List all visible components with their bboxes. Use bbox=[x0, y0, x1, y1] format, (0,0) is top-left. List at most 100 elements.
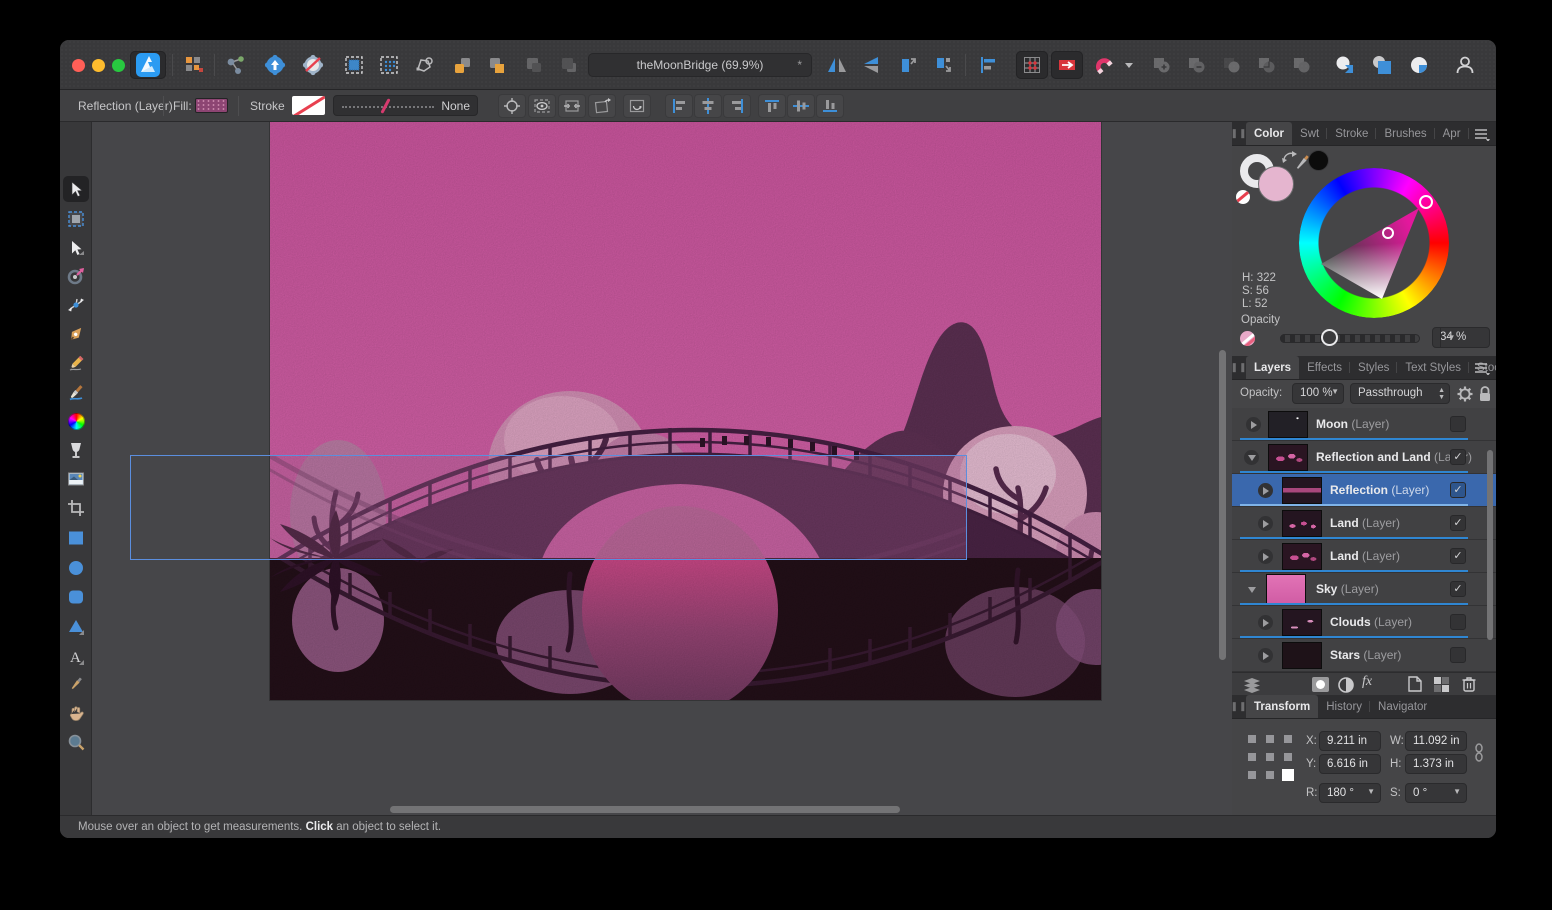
stroke-width-slider[interactable]: None bbox=[333, 95, 478, 116]
zoom-tool[interactable] bbox=[63, 729, 89, 755]
layer-row-reflection-and-land[interactable]: Reflection and Land (Layer) ✓ bbox=[1232, 441, 1496, 474]
color-picker-tool[interactable] bbox=[63, 671, 89, 697]
lock-icon[interactable] bbox=[1478, 385, 1492, 402]
layer-visibility-checkbox[interactable]: ✓ bbox=[1450, 449, 1466, 465]
align-top-icon[interactable] bbox=[758, 94, 786, 118]
bool-add-icon[interactable] bbox=[1146, 51, 1178, 79]
tab-navigator[interactable]: Navigator bbox=[1370, 695, 1435, 718]
insert-ontop-icon[interactable] bbox=[1402, 51, 1436, 79]
h-input[interactable]: 1.373 in bbox=[1405, 754, 1467, 774]
stack-orange-down-icon[interactable] bbox=[481, 51, 513, 79]
layer-thumbnail[interactable] bbox=[1282, 477, 1322, 504]
bool-combine-icon[interactable] bbox=[1286, 51, 1318, 79]
fx-icon[interactable]: fx bbox=[1362, 674, 1372, 690]
layer-thumbnail[interactable] bbox=[1268, 444, 1308, 471]
collapse-arrow-icon[interactable] bbox=[1244, 582, 1259, 597]
fill-color-circle[interactable] bbox=[1258, 166, 1294, 202]
view-tool[interactable] bbox=[63, 700, 89, 726]
marquee-dense-icon[interactable] bbox=[338, 51, 370, 79]
color-triangle[interactable] bbox=[1299, 168, 1449, 318]
align-right-icon[interactable] bbox=[723, 94, 751, 118]
x-input[interactable]: 9.211 in bbox=[1319, 731, 1381, 751]
layer-thumbnail[interactable] bbox=[1282, 642, 1322, 669]
contour-tool[interactable] bbox=[63, 292, 89, 318]
insert-inside-icon[interactable] bbox=[1328, 51, 1362, 79]
trash-icon[interactable] bbox=[1462, 676, 1476, 692]
flip-horizontal-icon[interactable] bbox=[821, 51, 853, 79]
blend-mode-dropdown[interactable]: Passthrough ▲▼ bbox=[1350, 383, 1450, 404]
layer-thumbnail[interactable] bbox=[1282, 543, 1322, 570]
expand-arrow-icon[interactable] bbox=[1258, 549, 1273, 564]
mask-icon[interactable] bbox=[1312, 677, 1329, 692]
layer-visibility-checkbox[interactable] bbox=[1450, 647, 1466, 663]
layer-visibility-checkbox[interactable]: ✓ bbox=[1450, 515, 1466, 531]
arrange-forward-icon[interactable] bbox=[892, 51, 924, 79]
share-nodes-icon[interactable] bbox=[220, 51, 252, 79]
layer-thumbnail[interactable] bbox=[1282, 510, 1322, 537]
layer-thumbnail[interactable] bbox=[1268, 411, 1308, 438]
align-left-icon[interactable] bbox=[665, 94, 693, 118]
vector-crop-tool[interactable] bbox=[63, 495, 89, 521]
rotation-dropdown[interactable]: 180 °▼ bbox=[1319, 783, 1381, 803]
link-dimensions-icon[interactable] bbox=[1475, 743, 1483, 763]
document-title[interactable]: theMoonBridge (69.9%) * bbox=[588, 53, 812, 77]
opacity-value-dropdown[interactable]: 34 % ▼ bbox=[1432, 327, 1490, 348]
stack-orange-up-icon[interactable] bbox=[446, 51, 478, 79]
align-icon[interactable] bbox=[972, 51, 1004, 79]
stroke-swatch[interactable] bbox=[292, 96, 325, 115]
cycle-selection-box-icon[interactable] bbox=[623, 94, 651, 118]
snapping-magnet-icon[interactable] bbox=[1086, 51, 1120, 79]
triangle-tool[interactable] bbox=[63, 614, 89, 640]
flip-vertical-icon[interactable] bbox=[856, 51, 888, 79]
opacity-slider-thumb[interactable] bbox=[1321, 329, 1338, 346]
ellipse-tool[interactable] bbox=[63, 555, 89, 581]
layer-thumbnail[interactable] bbox=[1266, 574, 1306, 605]
tab-styles[interactable]: Styles bbox=[1350, 356, 1397, 379]
layer-visibility-checkbox[interactable]: ✓ bbox=[1450, 482, 1466, 498]
arrange-backward-icon[interactable] bbox=[927, 51, 959, 79]
panel-menu-icon[interactable] bbox=[1474, 127, 1490, 141]
insert-behind-icon[interactable] bbox=[1365, 51, 1399, 79]
snapping-caret-icon[interactable] bbox=[1122, 51, 1136, 79]
new-layer-icon[interactable] bbox=[1408, 676, 1422, 692]
text-tool[interactable]: A bbox=[63, 644, 89, 670]
node-tool[interactable] bbox=[63, 235, 89, 261]
chevron-down-icon[interactable]: ▼ bbox=[1440, 328, 1462, 347]
expand-arrow-icon[interactable] bbox=[1246, 417, 1261, 432]
layer-visibility-checkbox[interactable] bbox=[1450, 614, 1466, 630]
rotate-box-icon[interactable] bbox=[588, 94, 616, 118]
vector-brush-tool[interactable] bbox=[63, 379, 89, 405]
bool-subtract-icon[interactable] bbox=[1181, 51, 1213, 79]
document-canvas[interactable] bbox=[270, 122, 1101, 700]
minimize-button[interactable] bbox=[92, 59, 105, 72]
panel-grip-icon[interactable]: ❚❚ bbox=[1232, 356, 1246, 379]
adjustment-icon[interactable] bbox=[1338, 677, 1354, 693]
expand-arrow-icon[interactable] bbox=[1258, 516, 1273, 531]
tab-effects[interactable]: Effects bbox=[1299, 356, 1350, 379]
hue-marker[interactable] bbox=[1420, 196, 1432, 208]
tab-text-styles[interactable]: Text Styles bbox=[1397, 356, 1469, 379]
layer-row-reflection[interactable]: Reflection (Layer) ✓ bbox=[1232, 474, 1496, 507]
show-selection-box-icon[interactable] bbox=[528, 94, 556, 118]
place-image-tool[interactable] bbox=[63, 466, 89, 492]
shear-dropdown[interactable]: 0 °▼ bbox=[1405, 783, 1467, 803]
anchor-bottom-right[interactable] bbox=[1282, 769, 1294, 781]
layer-row-moon[interactable]: Moon (Layer) bbox=[1232, 408, 1496, 441]
rounded-rectangle-tool[interactable] bbox=[63, 584, 89, 610]
transform-origin-icon[interactable] bbox=[498, 94, 526, 118]
layer-visibility-checkbox[interactable]: ✓ bbox=[1450, 581, 1466, 597]
layer-thumbnail[interactable] bbox=[1282, 609, 1322, 636]
layer-visibility-checkbox[interactable] bbox=[1450, 416, 1466, 432]
bool-divide-icon[interactable] bbox=[1251, 51, 1283, 79]
marquee-sparse-icon[interactable] bbox=[373, 51, 405, 79]
close-button[interactable] bbox=[72, 59, 85, 72]
pencil-tool[interactable] bbox=[63, 350, 89, 376]
color-wheel-tool[interactable] bbox=[63, 408, 89, 434]
move-tool[interactable] bbox=[63, 176, 89, 202]
fill-tool[interactable] bbox=[63, 437, 89, 463]
layers-scrollbar[interactable] bbox=[1487, 450, 1493, 640]
persona-squares-icon[interactable] bbox=[178, 51, 210, 79]
fill-swatch[interactable] bbox=[195, 98, 228, 113]
scale-handles-icon[interactable] bbox=[558, 94, 586, 118]
badge-slash-icon[interactable] bbox=[296, 51, 330, 79]
